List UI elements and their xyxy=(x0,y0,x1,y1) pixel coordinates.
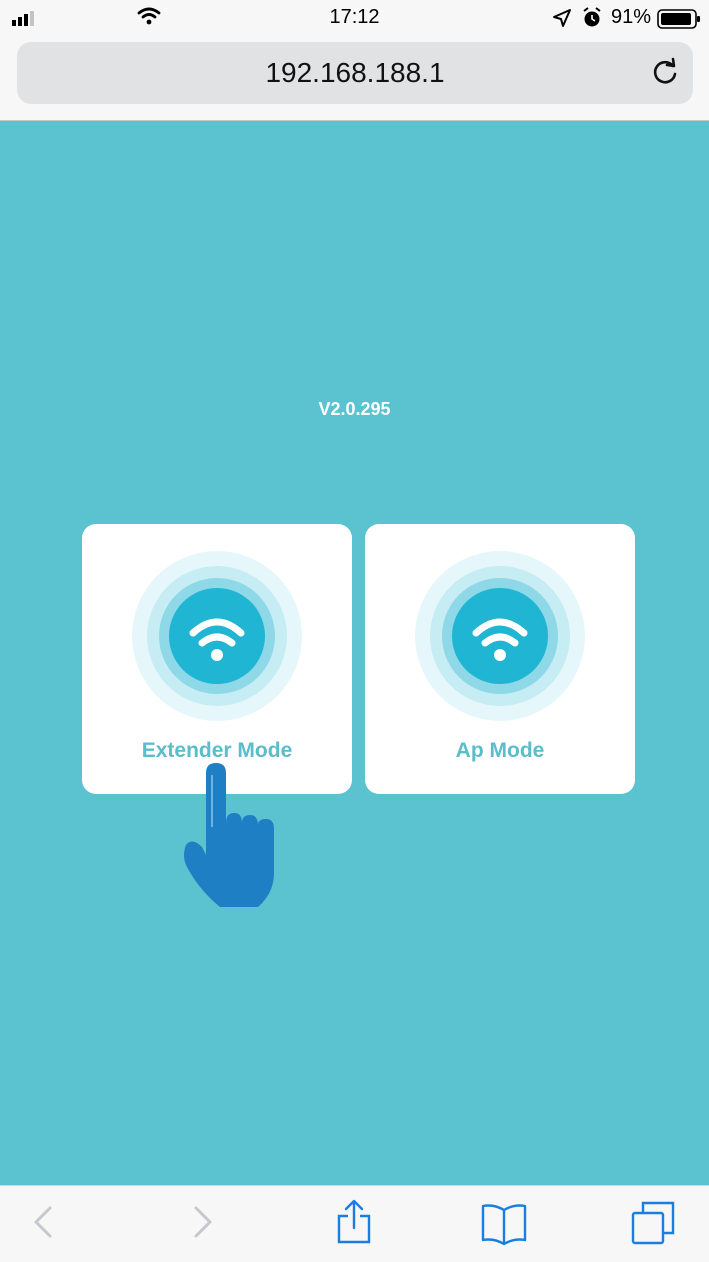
status-bar: 17:12 91% xyxy=(0,0,709,36)
firmware-version: V2.0.295 xyxy=(318,399,391,419)
ap-mode-label: Ap Mode xyxy=(455,739,545,762)
wifi-icon xyxy=(415,551,585,721)
location-icon xyxy=(553,9,571,27)
ap-mode-card[interactable]: Ap Mode xyxy=(365,524,635,794)
clock: 17:12 xyxy=(329,6,380,28)
battery-percent: 91% xyxy=(610,6,651,28)
url-text[interactable]: 192.168.188.1 xyxy=(17,57,693,89)
hand-pointer-icon xyxy=(184,763,274,907)
extender-mode-label: Extender Mode xyxy=(141,739,293,762)
url-field[interactable]: 192.168.188.1 xyxy=(17,42,693,104)
reload-icon[interactable] xyxy=(651,57,679,87)
alarm-icon xyxy=(583,7,601,27)
browser-address-bar: 192.168.188.1 xyxy=(0,36,709,121)
browser-toolbar xyxy=(0,1185,709,1262)
router-setup-page: V2.0.295 Extender Mode Ap Mode xyxy=(0,121,709,1185)
bookmarks-icon[interactable] xyxy=(480,1200,528,1246)
extender-mode-card[interactable]: Extender Mode xyxy=(82,524,352,794)
share-icon[interactable] xyxy=(334,1198,374,1246)
forward-icon[interactable] xyxy=(188,1202,216,1242)
back-icon[interactable] xyxy=(30,1202,58,1242)
tabs-icon[interactable] xyxy=(630,1200,676,1246)
wifi-icon xyxy=(132,551,302,721)
battery-icon xyxy=(657,9,700,29)
